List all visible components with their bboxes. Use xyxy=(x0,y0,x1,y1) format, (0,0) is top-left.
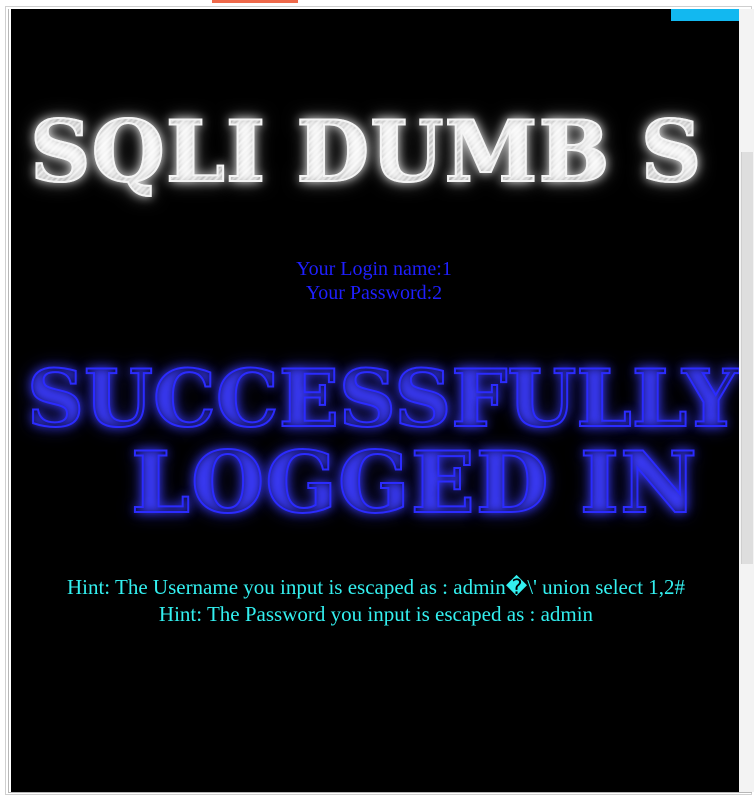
corner-accent-tab xyxy=(671,9,739,21)
browser-frame: SQLI DUMB S Your Login name:1 Your Passw… xyxy=(0,0,754,798)
username-hint: Hint: The Username you input is escaped … xyxy=(66,575,686,599)
password-hint: Hint: The Password you input is escaped … xyxy=(158,602,594,626)
left-border xyxy=(8,9,9,792)
login-name-text: Your Login name:1 xyxy=(296,258,452,280)
login-password-text: Your Password:2 xyxy=(305,282,443,304)
login-result: Your Login name:1 Your Password:2 xyxy=(224,257,524,305)
scrollbar-track[interactable] xyxy=(741,152,753,564)
hint-block: Hint: The Username you input is escaped … xyxy=(34,574,718,628)
success-line-1: SUCCESSFULLY xyxy=(26,352,740,445)
success-banner: SUCCESSFULLY LOGGED IN xyxy=(26,352,754,530)
bottom-border xyxy=(8,792,752,793)
top-accent-bar xyxy=(212,0,298,3)
success-line-2: LOGGED IN xyxy=(130,433,698,532)
sqli-banner-title: SQLI DUMB S xyxy=(29,101,754,202)
